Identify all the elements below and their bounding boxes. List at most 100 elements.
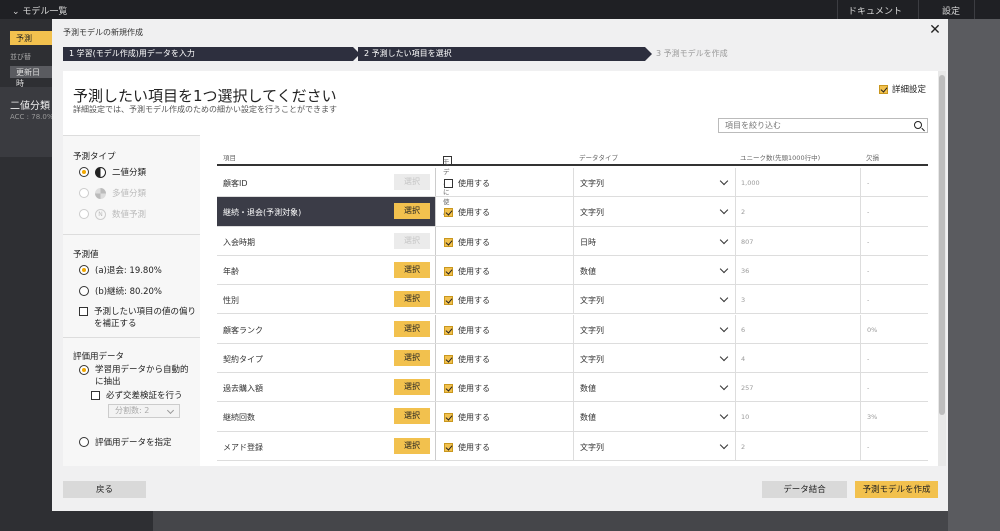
scrollbar[interactable]: [938, 71, 946, 466]
select-button[interactable]: 選択: [394, 203, 430, 220]
use-label: 使用する: [458, 413, 490, 423]
use-checkbox[interactable]: [444, 354, 453, 364]
datatype-cell[interactable]: 文字列: [573, 314, 735, 343]
select-button[interactable]: 選択: [394, 408, 430, 425]
advanced-settings-toggle[interactable]: 詳細設定: [879, 83, 926, 95]
use-checkbox[interactable]: [444, 179, 453, 188]
settings-link[interactable]: 設定: [942, 4, 960, 17]
close-icon[interactable]: ✕: [928, 23, 942, 37]
type-binary-label: 二値分類: [112, 168, 147, 178]
docs-link[interactable]: ドキュメント: [848, 4, 902, 17]
datatype-value: 文字列: [580, 354, 604, 364]
select-button[interactable]: 選択: [394, 320, 430, 337]
radio-eval-auto[interactable]: [79, 365, 89, 375]
cross-validate-option[interactable]: 必ず交差検証を行う: [91, 389, 183, 401]
folds-select[interactable]: 分割数: 2: [108, 404, 180, 418]
type-binary-option[interactable]: 二値分類: [79, 166, 146, 178]
create-model-button[interactable]: 予測モデルを作成: [855, 481, 938, 498]
missing-value: 0%: [867, 325, 878, 334]
select-button[interactable]: 選択: [394, 437, 430, 454]
select-button[interactable]: 選択: [394, 349, 430, 366]
eval-auto-option[interactable]: 学習用データから自動的 に抽出: [79, 364, 189, 388]
model-list-dropdown[interactable]: ⌄ モデル一覧: [12, 4, 67, 17]
datatype-cell[interactable]: 数値: [573, 373, 735, 402]
advanced-checkbox[interactable]: [879, 84, 888, 94]
table-row[interactable]: 継続・退会(予測対象) 選択 使用する 文字列 2 -: [217, 197, 928, 227]
sort-updated-button[interactable]: 更新日時: [10, 66, 52, 88]
column-name: 契約タイプ: [223, 354, 263, 364]
datatype-value: 文字列: [580, 325, 604, 335]
scrollbar-thumb[interactable]: [939, 75, 945, 415]
table-row[interactable]: 顧客ID 選択 使用する 文字列 1,000 -: [217, 168, 928, 198]
select-button[interactable]: 選択: [394, 291, 430, 308]
balance-checkbox[interactable]: [79, 307, 88, 316]
use-label: 使用する: [458, 266, 490, 276]
use-checkbox[interactable]: [444, 296, 453, 306]
table-row[interactable]: 契約タイプ 選択 使用する 文字列 4 -: [217, 343, 928, 374]
value-a-option[interactable]: (a)退会: 19.80%: [79, 264, 162, 276]
predict-button-bg[interactable]: 予測: [10, 31, 52, 45]
use-checkbox[interactable]: [444, 442, 453, 452]
back-button[interactable]: 戻る: [63, 481, 146, 498]
missing-value: -: [867, 266, 870, 275]
balance-option[interactable]: 予測したい項目の値の偏り を補正する: [79, 306, 196, 330]
select-button[interactable]: 選択: [394, 379, 430, 396]
use-option[interactable]: 使用する: [444, 354, 490, 365]
table-row[interactable]: メアド登録 選択 使用する 文字列 2 -: [217, 431, 928, 461]
dialog-title: 予測モデルの新規作成: [63, 28, 143, 37]
value-b-option[interactable]: (b)継続: 80.20%: [79, 285, 162, 297]
table-row[interactable]: 入会時期 選択 使用する 日時 807 -: [217, 226, 928, 256]
use-checkbox[interactable]: [444, 266, 453, 276]
table-row[interactable]: 性別 選択 使用する 文字列 3 -: [217, 285, 928, 315]
use-option[interactable]: 使用する: [444, 266, 490, 277]
datatype-cell[interactable]: 文字列: [573, 168, 735, 197]
use-label: 使用する: [458, 325, 490, 335]
use-checkbox[interactable]: [444, 325, 453, 335]
datatype-cell[interactable]: 文字列: [573, 343, 735, 373]
datatype-cell[interactable]: 文字列: [573, 285, 735, 314]
table-row[interactable]: 継続回数 選択 使用する 数値 10 3%: [217, 402, 928, 432]
select-button[interactable]: 選択: [394, 261, 430, 278]
datatype-cell[interactable]: 数値: [573, 255, 735, 285]
radio-value-b[interactable]: [79, 286, 89, 296]
use-checkbox[interactable]: [444, 413, 453, 423]
use-checkbox[interactable]: [444, 237, 453, 247]
column-name-cell: 入会時期 選択: [217, 227, 435, 255]
use-option[interactable]: 使用する: [444, 325, 490, 336]
use-option[interactable]: 使用する: [444, 178, 490, 189]
use-checkbox[interactable]: [444, 208, 453, 218]
search-icon[interactable]: [914, 121, 922, 129]
use-option[interactable]: 使用する: [444, 412, 490, 423]
radio-eval-specify[interactable]: [79, 437, 89, 447]
radio-value-a[interactable]: [79, 265, 89, 275]
use-option[interactable]: 使用する: [444, 207, 490, 218]
filter-input[interactable]: 項目を絞り込む: [718, 118, 928, 133]
use-option[interactable]: 使用する: [444, 295, 490, 306]
datatype-cell[interactable]: 日時: [573, 226, 735, 255]
table-row[interactable]: 過去購入額 選択 使用する 数値 257 -: [217, 373, 928, 403]
datatype-value: 文字列: [580, 208, 604, 218]
datatype-cell[interactable]: 数値: [573, 402, 735, 431]
divider: [63, 337, 200, 338]
column-name: 入会時期: [223, 237, 255, 247]
data-merge-button[interactable]: データ結合: [762, 481, 847, 498]
missing-cell: -: [860, 373, 928, 402]
datatype-value: 数値: [580, 384, 596, 394]
use-checkbox[interactable]: [444, 384, 453, 394]
eval-data-title: 評価用データ: [73, 352, 125, 362]
unique-value: 2: [741, 208, 746, 217]
missing-value: -: [867, 208, 870, 217]
table-row[interactable]: 年齢 選択 使用する 数値 36 -: [217, 255, 928, 286]
radio-binary[interactable]: [79, 167, 89, 177]
use-cell: 使用する: [435, 168, 573, 197]
header-column: 項目: [223, 154, 236, 162]
table-row[interactable]: 顧客ランク 選択 使用する 文字列 6 0%: [217, 314, 928, 344]
use-option[interactable]: 使用する: [444, 442, 490, 453]
use-option[interactable]: 使用する: [444, 237, 490, 248]
cross-validate-checkbox[interactable]: [91, 390, 100, 400]
prediction-value-title: 予測値: [73, 250, 99, 260]
datatype-cell[interactable]: 文字列: [573, 197, 735, 226]
eval-specify-option[interactable]: 評価用データを指定: [79, 436, 172, 448]
use-option[interactable]: 使用する: [444, 383, 490, 394]
datatype-cell[interactable]: 文字列: [573, 431, 735, 460]
